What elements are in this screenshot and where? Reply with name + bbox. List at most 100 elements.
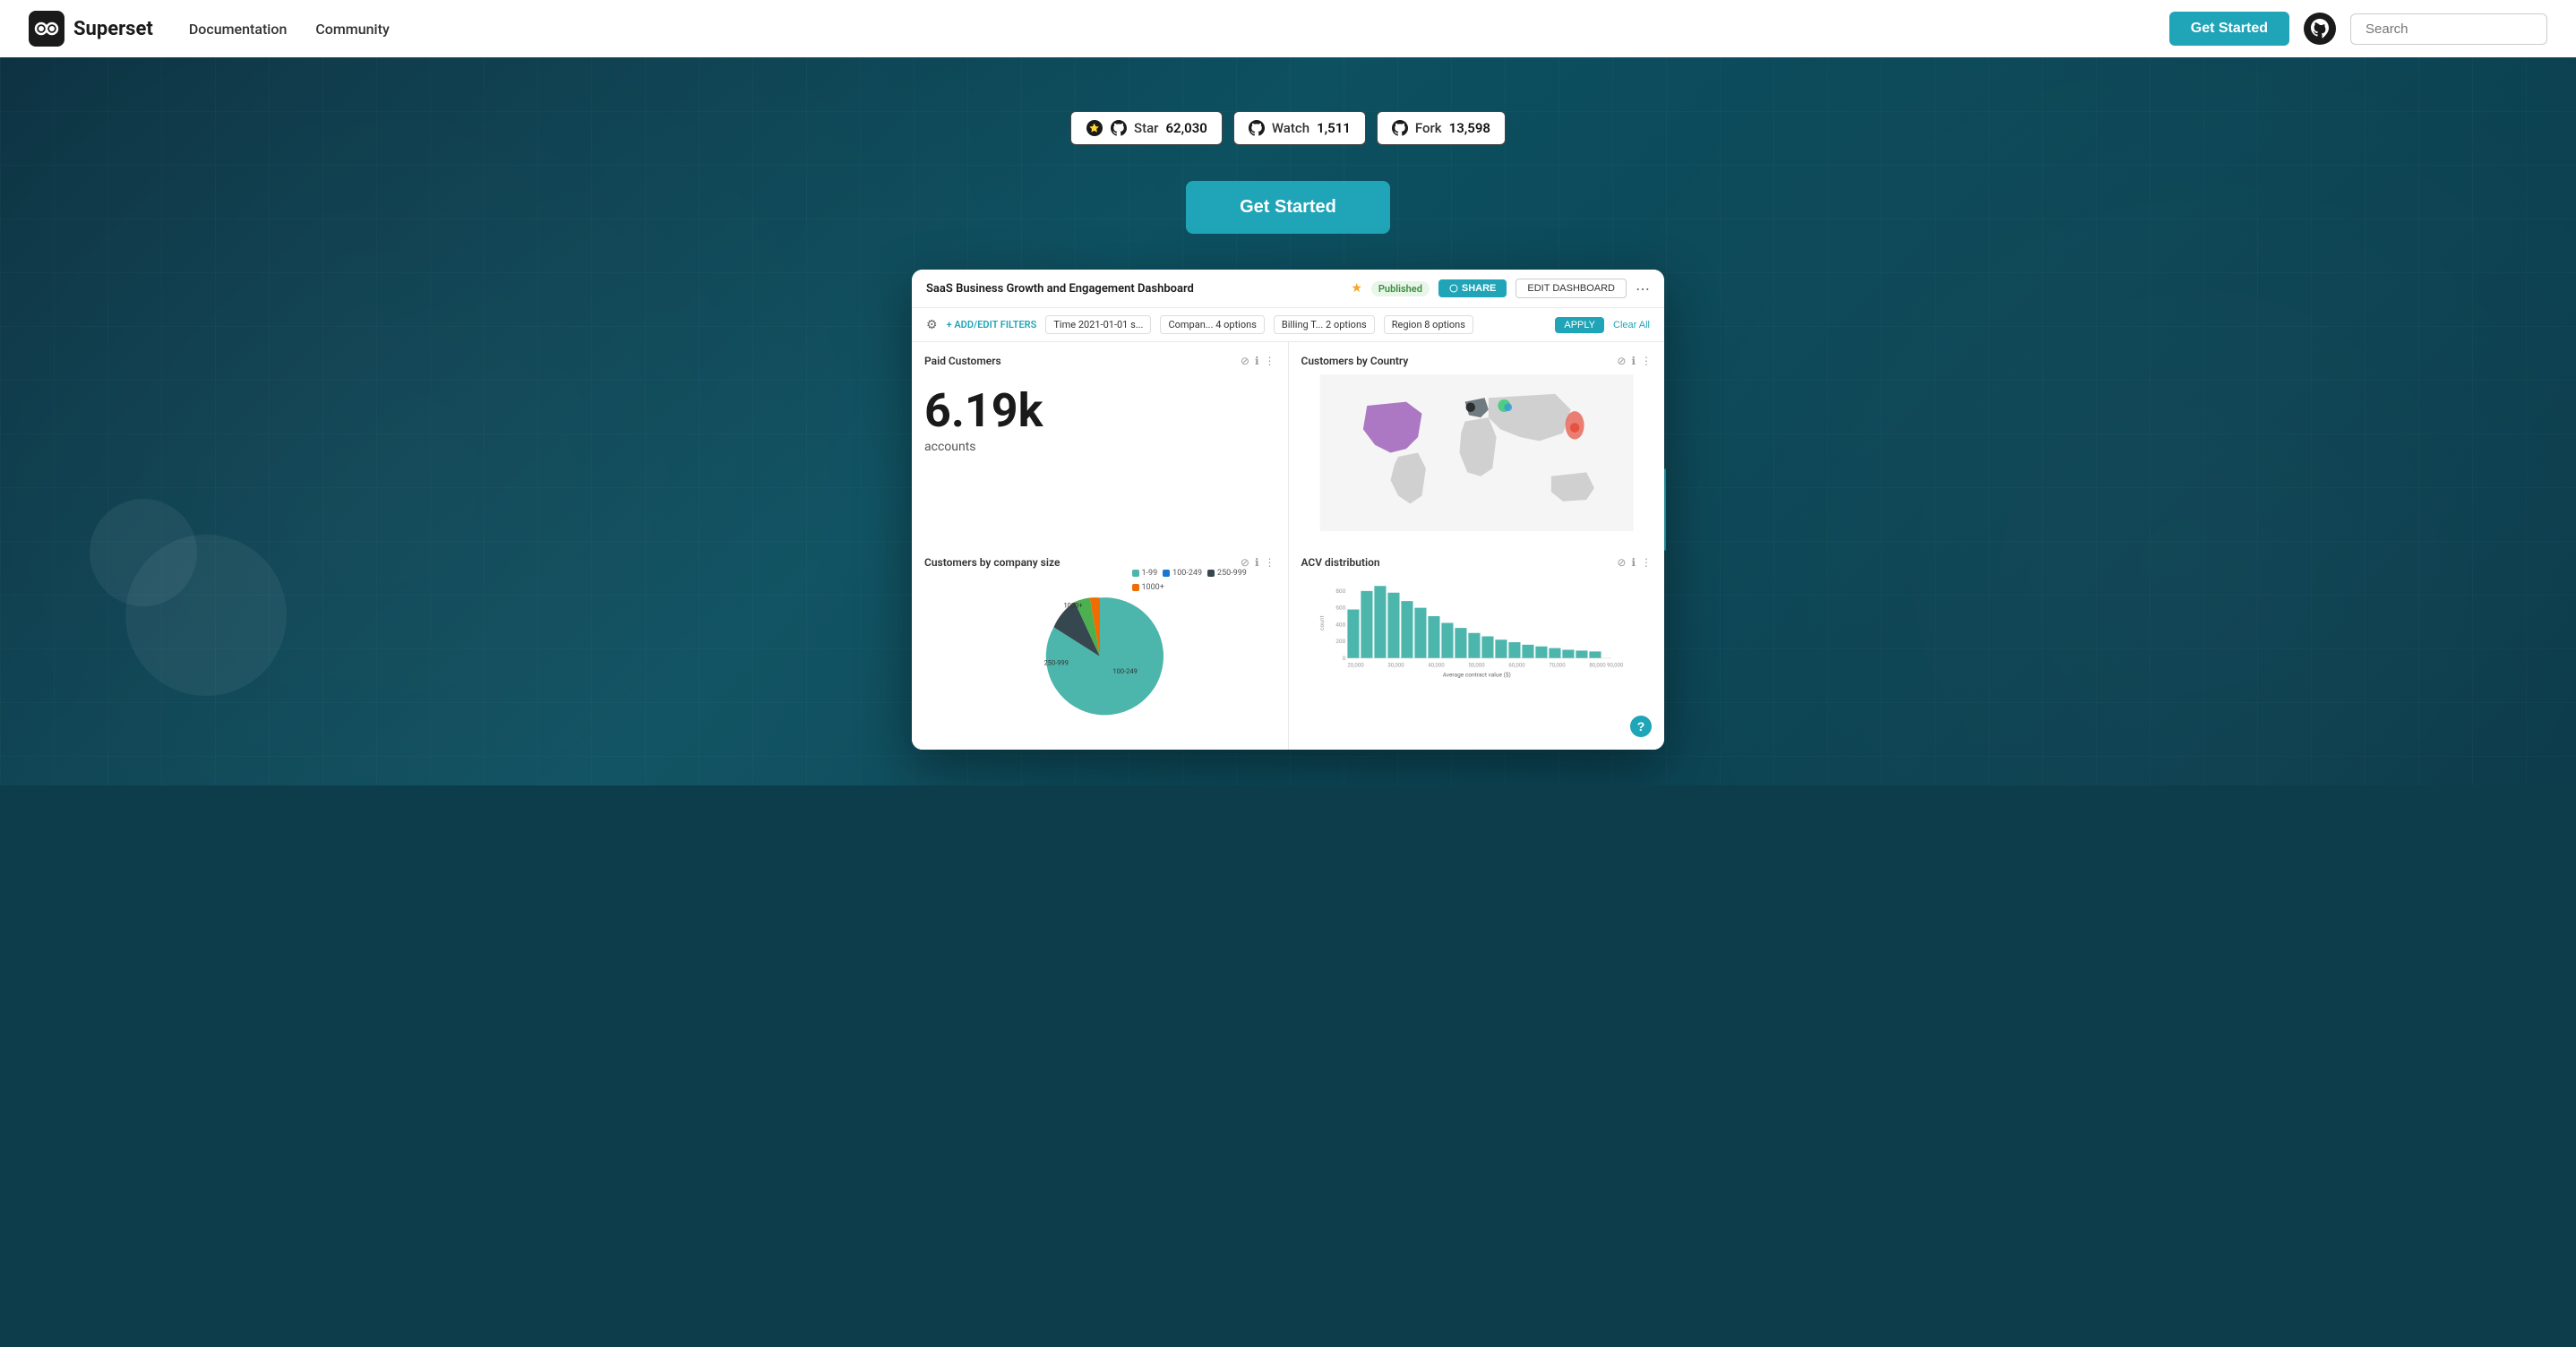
help-button[interactable]: ? bbox=[1630, 716, 1652, 737]
search-input[interactable] bbox=[2350, 13, 2547, 45]
nav-get-started-button[interactable]: Get Started bbox=[2169, 12, 2289, 46]
acv-x-label: Average contract value ($) bbox=[1442, 672, 1510, 679]
star-label: Star bbox=[1134, 120, 1158, 136]
more-icon[interactable]: ⋮ bbox=[1265, 355, 1275, 367]
svg-text:20,000: 20,000 bbox=[1347, 662, 1364, 668]
filter-region: Region 8 options bbox=[1384, 315, 1473, 334]
star-badge[interactable]: ⭐ Star 62,030 bbox=[1070, 111, 1223, 145]
nav-community[interactable]: Community bbox=[315, 21, 389, 38]
svg-text:1000+: 1000+ bbox=[1063, 602, 1082, 610]
github-icon[interactable] bbox=[2304, 13, 2336, 45]
navbar-links: Documentation Community bbox=[189, 21, 2134, 38]
filter-icon-map[interactable]: ⊘ bbox=[1617, 355, 1626, 367]
svg-text:90,000: 90,000 bbox=[1607, 662, 1624, 668]
svg-text:80,000: 80,000 bbox=[1589, 662, 1606, 668]
dashboard-preview-wrapper: SaaS Business Growth and Engagement Dash… bbox=[912, 270, 1664, 750]
paid-customers-title: Paid Customers bbox=[924, 355, 1275, 367]
decorative-circle-2 bbox=[90, 499, 197, 606]
info-icon-map[interactable]: ℹ bbox=[1631, 355, 1636, 367]
filter-icon-pie[interactable]: ⊘ bbox=[1241, 556, 1249, 569]
clear-filters-button[interactable]: Clear All bbox=[1613, 320, 1650, 330]
acv-distribution-panel: ACV distribution ⊘ ℹ ⋮ 800 600 400 2 bbox=[1289, 544, 1665, 750]
paid-customers-unit: accounts bbox=[924, 440, 1275, 454]
dashboard-header: SaaS Business Growth and Engagement Dash… bbox=[912, 270, 1664, 308]
info-icon-pie[interactable]: ℹ bbox=[1255, 556, 1259, 569]
pie-chart-container: 100-249 250-999 1000+ bbox=[924, 576, 1275, 737]
hero-section: ⭐ Star 62,030 Watch 1,511 Fork 13,598 Ge… bbox=[0, 57, 2576, 785]
more-icon-bar[interactable]: ⋮ bbox=[1641, 556, 1652, 569]
published-badge: Published bbox=[1371, 281, 1430, 296]
watch-count: 1,511 bbox=[1317, 120, 1351, 136]
customers-by-size-title: Customers by company size bbox=[924, 556, 1275, 569]
github-icon-watch bbox=[1249, 120, 1265, 136]
acv-title: ACV distribution bbox=[1301, 556, 1653, 569]
info-icon-bar[interactable]: ℹ bbox=[1631, 556, 1636, 569]
filter-time: Time 2021-01-01 s... bbox=[1045, 315, 1151, 334]
dashboard-body-top: Paid Customers ⊘ ℹ ⋮ 6.19k accounts Cust… bbox=[912, 342, 1664, 544]
github-icon-fork bbox=[1392, 120, 1408, 136]
filter-billing: Billing T... 2 options bbox=[1274, 315, 1375, 334]
svg-text:250-999: 250-999 bbox=[1043, 658, 1068, 666]
dashboard-preview: SaaS Business Growth and Engagement Dash… bbox=[912, 270, 1664, 750]
svg-text:40,000: 40,000 bbox=[1428, 662, 1445, 668]
nav-documentation[interactable]: Documentation bbox=[189, 21, 288, 38]
more-icon-map[interactable]: ⋮ bbox=[1641, 355, 1652, 367]
logo-text: Superset bbox=[73, 18, 153, 40]
edit-dashboard-button[interactable]: EDIT DASHBOARD bbox=[1516, 279, 1627, 298]
logo-icon bbox=[29, 11, 64, 47]
github-badges: ⭐ Star 62,030 Watch 1,511 Fork 13,598 bbox=[1070, 111, 1506, 145]
github-icon-star bbox=[1111, 120, 1127, 136]
navbar: Superset Documentation Community Get Sta… bbox=[0, 0, 2576, 57]
svg-text:⭐: ⭐ bbox=[1089, 123, 1099, 133]
filter-company: Compan... 4 options bbox=[1160, 315, 1264, 334]
dashboard-body-bottom: Customers by company size ⊘ ℹ ⋮ 1-99 bbox=[912, 544, 1664, 750]
svg-text:count: count bbox=[1318, 615, 1326, 631]
fork-label: Fork bbox=[1415, 120, 1442, 136]
paid-customers-value: 6.19k bbox=[924, 385, 1275, 436]
svg-text:100-249: 100-249 bbox=[1112, 667, 1137, 675]
navbar-right: Get Started bbox=[2169, 12, 2547, 46]
add-filters-button[interactable]: + ADD/EDIT FILTERS bbox=[947, 319, 1037, 330]
info-icon[interactable]: ℹ bbox=[1255, 355, 1259, 367]
filter-gear-icon: ⚙ bbox=[926, 318, 938, 332]
filters-bar: ⚙ + ADD/EDIT FILTERS Time 2021-01-01 s..… bbox=[912, 308, 1664, 342]
svg-text:30,000: 30,000 bbox=[1387, 662, 1404, 668]
share-icon bbox=[1449, 284, 1458, 293]
customers-by-country-panel: Customers by Country ⊘ ℹ ⋮ bbox=[1289, 342, 1665, 544]
more-options-icon[interactable]: ⋯ bbox=[1636, 280, 1650, 297]
fork-count: 13,598 bbox=[1449, 120, 1490, 136]
svg-text:70,000: 70,000 bbox=[1549, 662, 1566, 668]
panel-icons-map: ⊘ ℹ ⋮ bbox=[1617, 355, 1652, 367]
hero-get-started-button[interactable]: Get Started bbox=[1186, 181, 1390, 234]
watch-badge[interactable]: Watch 1,511 bbox=[1233, 111, 1366, 145]
svg-text:60,000: 60,000 bbox=[1508, 662, 1525, 668]
watch-label: Watch bbox=[1272, 120, 1309, 136]
bar-chart-container: 800 600 400 200 0 count bbox=[1301, 576, 1653, 737]
panel-icons: ⊘ ℹ ⋮ bbox=[1241, 355, 1275, 367]
star-count: 62,030 bbox=[1165, 120, 1206, 136]
paid-customers-panel: Paid Customers ⊘ ℹ ⋮ 6.19k accounts bbox=[912, 342, 1288, 544]
svg-text:600: 600 bbox=[1335, 605, 1345, 612]
bar-chart-svg: 800 600 400 200 0 count bbox=[1301, 576, 1653, 710]
svg-text:800: 800 bbox=[1335, 588, 1345, 595]
share-button[interactable]: SHARE bbox=[1438, 279, 1507, 297]
logo-link[interactable]: Superset bbox=[29, 11, 153, 47]
panel-icons-pie: ⊘ ℹ ⋮ bbox=[1241, 556, 1275, 569]
world-map-svg bbox=[1301, 374, 1653, 531]
svg-text:400: 400 bbox=[1335, 621, 1345, 628]
fork-badge[interactable]: Fork 13,598 bbox=[1377, 111, 1506, 145]
star-icon: ★ bbox=[1351, 281, 1362, 296]
decorative-circle-1 bbox=[125, 535, 287, 696]
more-icon-pie[interactable]: ⋮ bbox=[1265, 556, 1275, 569]
svg-text:200: 200 bbox=[1335, 638, 1345, 645]
apply-filters-button[interactable]: APPLY bbox=[1555, 317, 1604, 333]
github-star-icon: ⭐ bbox=[1086, 119, 1103, 137]
filter-icon-bar[interactable]: ⊘ bbox=[1617, 556, 1626, 569]
customers-by-size-panel: Customers by company size ⊘ ℹ ⋮ 1-99 bbox=[912, 544, 1288, 750]
pie-chart-svg: 100-249 250-999 1000+ bbox=[1033, 589, 1167, 724]
dashboard-title: SaaS Business Growth and Engagement Dash… bbox=[926, 282, 1342, 296]
svg-text:50,000: 50,000 bbox=[1468, 662, 1485, 668]
customers-by-country-title: Customers by Country bbox=[1301, 355, 1653, 367]
panel-icons-bar: ⊘ ℹ ⋮ bbox=[1617, 556, 1652, 569]
filter-icon[interactable]: ⊘ bbox=[1241, 355, 1249, 367]
